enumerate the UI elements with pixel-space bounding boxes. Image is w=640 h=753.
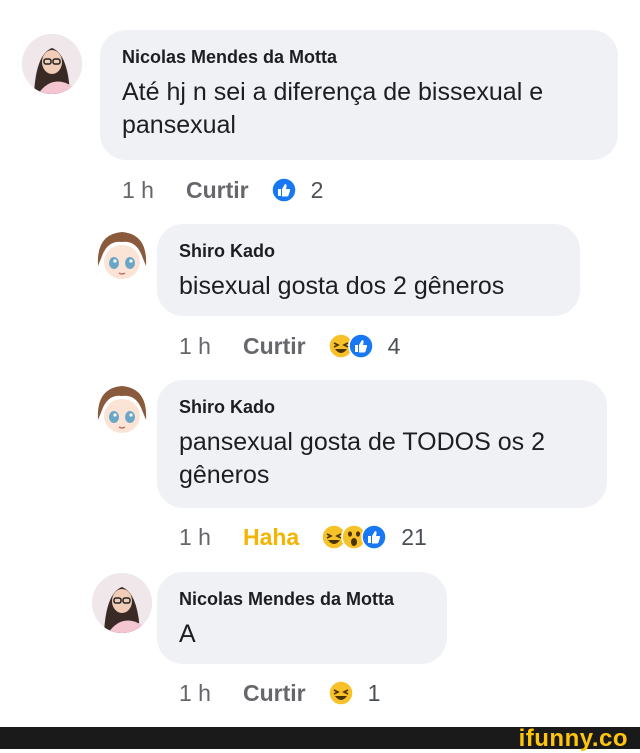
comment-time[interactable]: 1 h — [122, 177, 154, 204]
watermark-bar: ifunny.co — [0, 725, 640, 752]
avatar-shiro[interactable] — [92, 226, 152, 286]
comment-meta: 1 h Haha 21 — [179, 521, 427, 553]
reaction-count[interactable]: 21 — [401, 524, 427, 551]
reaction-count[interactable]: 4 — [388, 333, 401, 360]
haha-action-button[interactable]: Haha — [243, 524, 299, 551]
comment-author[interactable]: Shiro Kado — [179, 241, 580, 262]
comment-text: pansexual gosta de TODOS os 2 gêneros — [179, 428, 545, 489]
comment-time[interactable]: 1 h — [179, 524, 211, 551]
comment-text: bisexual gosta dos 2 gêneros — [179, 272, 505, 300]
avatar-nicolas[interactable] — [22, 34, 82, 94]
comment-bubble: Nicolas Mendes da Motta Até hj n sei a d… — [100, 30, 618, 160]
comment-author[interactable]: Nicolas Mendes da Motta — [122, 47, 618, 68]
avatar-nicolas[interactable] — [92, 573, 152, 633]
comment-text: A — [179, 620, 196, 648]
comment-bubble: Shiro Kado bisexual gosta dos 2 gêneros — [157, 224, 580, 316]
comment-bubble: Nicolas Mendes da Motta A — [157, 572, 447, 664]
comment-text: Até hj n sei a diferença de bissexual e … — [122, 78, 544, 139]
reaction-summary[interactable] — [321, 524, 387, 550]
avatar-shiro[interactable] — [92, 380, 152, 440]
comment-author[interactable]: Shiro Kado — [179, 397, 607, 418]
reaction-summary[interactable] — [270, 177, 297, 203]
comment-time[interactable]: 1 h — [179, 333, 211, 360]
like-action-button[interactable]: Curtir — [243, 333, 306, 360]
reaction-count[interactable]: 2 — [311, 177, 324, 204]
like-reaction-icon — [361, 524, 387, 550]
reaction-summary[interactable] — [327, 333, 374, 359]
haha-reaction-icon — [327, 680, 354, 706]
like-reaction-icon — [270, 177, 297, 203]
comment-meta: 1 h Curtir 2 — [122, 174, 323, 206]
like-action-button[interactable]: Curtir — [243, 680, 306, 707]
comment-bubble: Shiro Kado pansexual gosta de TODOS os 2… — [157, 380, 607, 508]
like-action-button[interactable]: Curtir — [186, 177, 249, 204]
comment-meta: 1 h Curtir 1 — [179, 677, 380, 709]
like-reaction-icon — [347, 333, 374, 359]
comment-meta: 1 h Curtir 4 — [179, 330, 400, 362]
reaction-summary[interactable] — [327, 680, 354, 706]
comment-author[interactable]: Nicolas Mendes da Motta — [179, 589, 447, 610]
reaction-count[interactable]: 1 — [368, 680, 381, 707]
comment-time[interactable]: 1 h — [179, 680, 211, 707]
